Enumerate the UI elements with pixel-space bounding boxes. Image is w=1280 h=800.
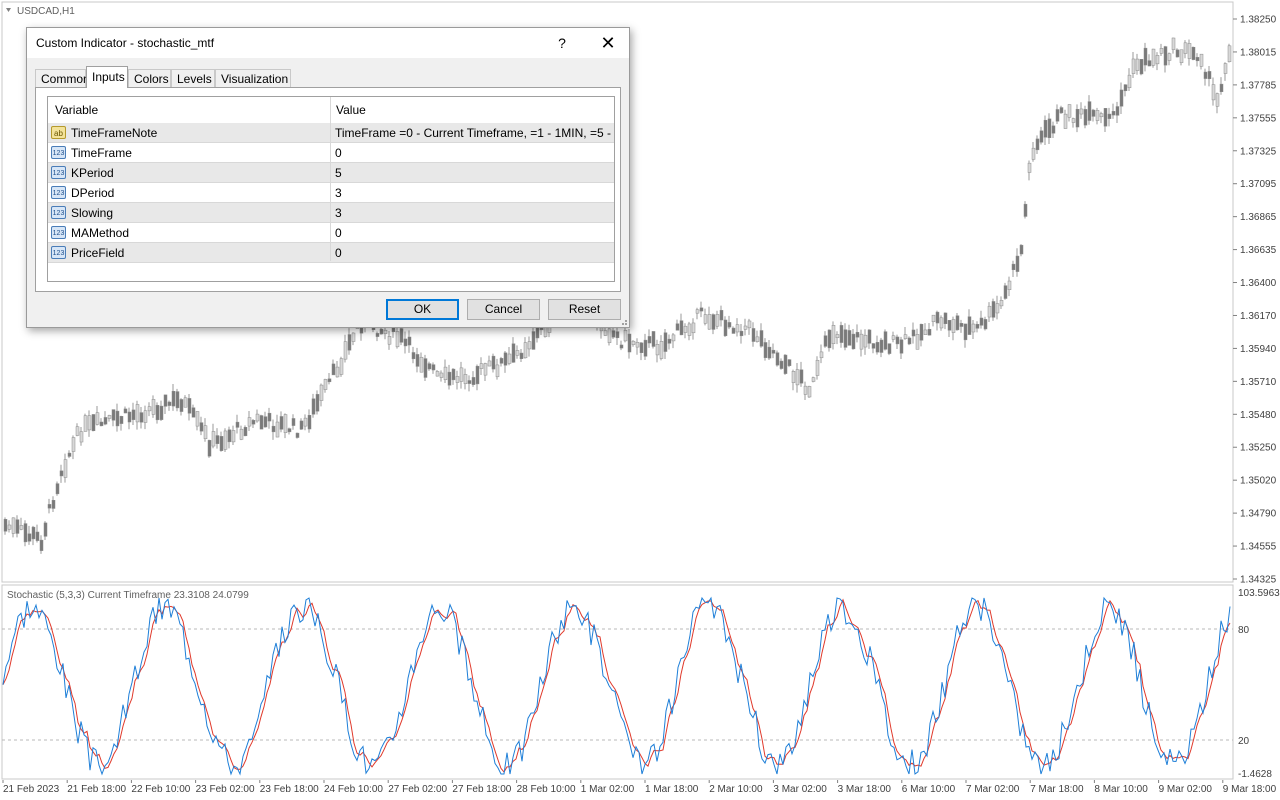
table-row[interactable]: ab TimeFrameNote TimeFrame =0 - Current … <box>48 123 614 143</box>
price-axis-label: 1.35480 <box>1240 410 1277 421</box>
tab-colors[interactable]: Colors <box>128 69 171 87</box>
stoch-axis-max: 103.5963 <box>1238 588 1280 599</box>
variable-value[interactable]: 0 <box>335 226 611 240</box>
price-axis-label: 1.36865 <box>1240 212 1277 223</box>
reset-button[interactable]: Reset <box>548 299 621 320</box>
column-header-variable[interactable]: Variable <box>55 103 98 117</box>
table-row[interactable]: 123 Slowing 3 <box>48 203 614 223</box>
price-axis-label: 1.37555 <box>1240 113 1277 124</box>
price-axis: 1.38250 1.38015 1.37785 1.37555 1.37325 1.370… <box>1233 15 1277 585</box>
variable-name: TimeFrame <box>71 146 132 160</box>
custom-indicator-dialog[interactable]: Custom Indicator - stochastic_mtf ? ✕ Co… <box>26 27 630 328</box>
price-axis-label: 1.36170 <box>1240 311 1277 322</box>
inputs-panel: Variable Value ab TimeFrameNote TimeFram… <box>35 87 621 292</box>
time-axis-label: 21 Feb 2023 <box>3 784 60 795</box>
time-axis-label: 1 Mar 18:00 <box>645 784 699 795</box>
price-axis-label: 1.37325 <box>1240 146 1277 157</box>
inputs-table[interactable]: Variable Value ab TimeFrameNote TimeFram… <box>47 96 615 282</box>
tab-common[interactable]: Common <box>35 69 90 87</box>
integer-type-icon: 123 <box>51 246 66 259</box>
time-axis-label: 3 Mar 18:00 <box>838 784 892 795</box>
tab-inputs[interactable]: Inputs <box>86 66 128 88</box>
tab-levels[interactable]: Levels <box>171 69 215 87</box>
time-axis-label: 3 Mar 02:00 <box>773 784 827 795</box>
table-row[interactable]: 123 TimeFrame 0 <box>48 143 614 163</box>
string-type-icon: ab <box>51 126 66 139</box>
variable-name: PriceField <box>71 246 125 260</box>
time-axis-label: 7 Mar 18:00 <box>1030 784 1084 795</box>
column-separator[interactable] <box>330 97 331 261</box>
price-axis-label: 1.35020 <box>1240 476 1277 487</box>
ok-button[interactable]: OK <box>386 299 459 320</box>
symbol-label: USDCAD,H1 <box>17 6 75 17</box>
time-axis-label: 24 Feb 10:00 <box>324 784 383 795</box>
time-axis-label: 21 Feb 18:00 <box>67 784 126 795</box>
time-axis-label: 23 Feb 18:00 <box>260 784 319 795</box>
price-axis-label: 1.38250 <box>1240 15 1277 26</box>
variable-value[interactable]: 3 <box>335 186 611 200</box>
indicator-label: Stochastic (5,3,3) Current Timeframe 23.… <box>7 590 249 601</box>
price-axis-label: 1.35940 <box>1240 344 1277 355</box>
price-axis-label: 1.34790 <box>1240 509 1277 520</box>
integer-type-icon: 123 <box>51 146 66 159</box>
dialog-title: Custom Indicator - stochastic_mtf <box>36 36 215 50</box>
variable-value[interactable]: 0 <box>335 246 611 260</box>
table-row[interactable]: 123 MAMethod 0 <box>48 223 614 243</box>
price-axis-label: 1.34555 <box>1240 542 1277 553</box>
time-axis-label: 28 Feb 10:00 <box>517 784 576 795</box>
price-axis-label: 1.34325 <box>1240 575 1277 585</box>
stochastic-subwindow[interactable]: Stochastic (5,3,3) Current Timeframe 23.… <box>0 584 1280 780</box>
time-axis-label: 22 Feb 10:00 <box>131 784 190 795</box>
cancel-button[interactable]: Cancel <box>467 299 540 320</box>
stoch-axis-80: 80 <box>1238 625 1250 636</box>
column-header-value[interactable]: Value <box>336 103 366 117</box>
resize-grip-icon[interactable] <box>619 317 627 325</box>
price-axis-label: 1.37785 <box>1240 80 1277 91</box>
time-axis-label: 9 Mar 18:00 <box>1223 784 1277 795</box>
variable-value[interactable]: 3 <box>335 206 611 220</box>
time-axis-label: 6 Mar 10:00 <box>902 784 956 795</box>
price-axis-label: 1.35710 <box>1240 377 1277 388</box>
variable-name: DPeriod <box>71 186 115 200</box>
time-axis-label: 27 Feb 02:00 <box>388 784 447 795</box>
price-axis-label: 1.36635 <box>1240 245 1277 256</box>
variable-name: MAMethod <box>71 226 130 240</box>
integer-type-icon: 123 <box>51 166 66 179</box>
variable-value[interactable]: 0 <box>335 146 611 160</box>
stochastic-frame <box>1 584 1234 780</box>
table-row[interactable]: 123 DPeriod 3 <box>48 183 614 203</box>
time-axis-label: 8 Mar 10:00 <box>1094 784 1148 795</box>
dialog-titlebar[interactable]: Custom Indicator - stochastic_mtf ? ✕ <box>27 28 629 58</box>
stoch-axis-20: 20 <box>1238 736 1250 747</box>
price-axis-label: 1.36400 <box>1240 278 1277 289</box>
price-axis-label: 1.38015 <box>1240 47 1277 58</box>
time-axis-label: 9 Mar 02:00 <box>1159 784 1213 795</box>
variable-name: Slowing <box>71 206 114 220</box>
integer-type-icon: 123 <box>51 186 66 199</box>
variable-value[interactable]: TimeFrame =0 - Current Timeframe, =1 - 1… <box>335 126 611 140</box>
price-axis-label: 1.37095 <box>1240 179 1277 190</box>
table-row[interactable]: 123 KPeriod 5 <box>48 163 614 183</box>
variable-value[interactable]: 5 <box>335 166 611 180</box>
time-axis-label: 23 Feb 02:00 <box>196 784 255 795</box>
variable-name: TimeFrameNote <box>71 126 158 140</box>
close-button[interactable]: ✕ <box>593 31 623 55</box>
help-button[interactable]: ? <box>549 31 575 55</box>
time-axis-label: 1 Mar 02:00 <box>581 784 635 795</box>
variable-name: KPeriod <box>71 166 114 180</box>
table-row[interactable]: 123 PriceField 0 <box>48 243 614 263</box>
table-header: Variable Value <box>48 97 614 124</box>
integer-type-icon: 123 <box>51 206 66 219</box>
time-axis-label: 2 Mar 10:00 <box>709 784 763 795</box>
price-axis-label: 1.35250 <box>1240 443 1277 454</box>
tab-visualization[interactable]: Visualization <box>215 69 291 87</box>
time-axis-label: 7 Mar 02:00 <box>966 784 1020 795</box>
time-axis-label: 27 Feb 18:00 <box>452 784 511 795</box>
integer-type-icon: 123 <box>51 226 66 239</box>
time-axis: 21 Feb 2023 21 Feb 18:00 22 Feb 10:00 23 Fe… <box>2 780 1277 795</box>
stoch-axis-min: -1.4628 <box>1238 769 1272 780</box>
